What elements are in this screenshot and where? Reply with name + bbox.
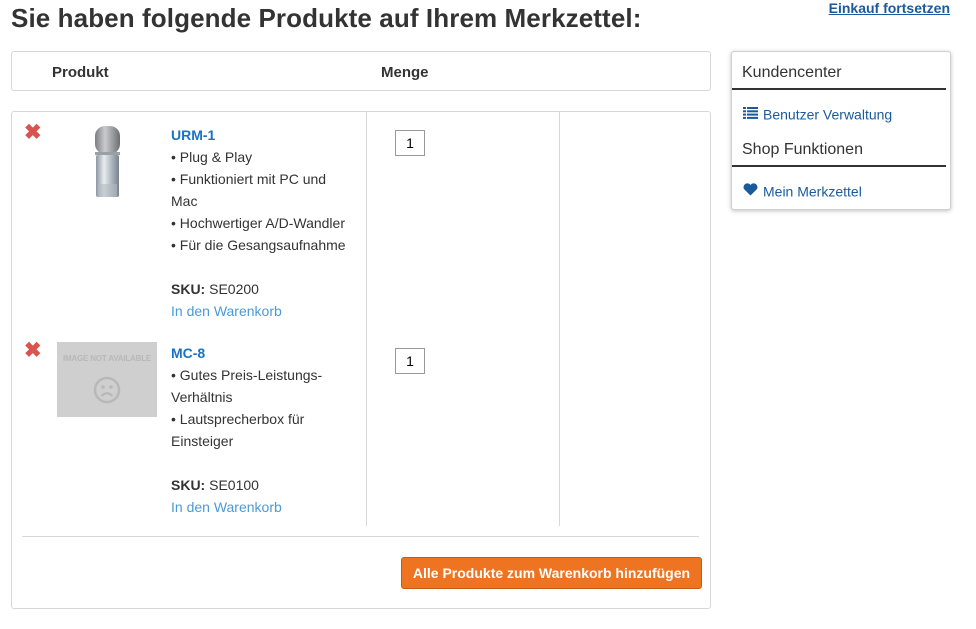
quantity-input[interactable] [395,348,425,374]
sidebar-item-user-admin[interactable]: Benutzer Verwaltung [743,105,892,122]
sidebar-heading-shop-functions: Shop Funktionen [732,129,946,167]
feature-item: • Für die Gesangsaufnahme [171,237,346,253]
sidebar-item-label: Mein Merkzettel [763,183,862,200]
sidebar-item-label: Benutzer Verwaltung [763,106,893,123]
feature-item: • Lautsprecherbox für Einsteiger [171,411,305,449]
sku-row: SKU: SE0100 [171,477,259,493]
product-info: URM-1 • Plug & Play • Funktioniert mit P… [171,124,356,322]
sidebar-heading-label: Kundencenter [742,64,842,81]
column-divider [559,112,560,526]
continue-shopping-link[interactable]: Einkauf fortsetzen [829,0,950,16]
column-divider [366,112,367,526]
feature-item: • Funktioniert mit PC und Mac [171,171,327,209]
remove-icon[interactable]: ✖ [24,340,42,361]
sidebar-item-wishlist[interactable]: Mein Merkzettel [743,182,862,199]
heart-icon [743,183,759,199]
list-icon [743,106,759,122]
product-name-link[interactable]: URM-1 [171,124,356,146]
sku-row: SKU: SE0200 [171,281,259,297]
sku-label: SKU: [171,281,206,297]
image-not-available-text: IMAGE NOT AVAILABLE [62,354,152,363]
remove-icon[interactable]: ✖ [24,122,42,143]
sku-value: SE0200 [209,281,259,297]
feature-item: • Hochwertiger A/D-Wandler [171,215,345,231]
sku-label: SKU: [171,477,206,493]
add-all-to-cart-button[interactable]: Alle Produkte zum Warenkorb hinzufügen [401,557,702,589]
add-to-cart-link[interactable]: In den Warenkorb [171,496,356,518]
sidebar-heading-customer-center: Kundencenter [732,52,946,90]
product-image-placeholder[interactable]: IMAGE NOT AVAILABLE [57,342,157,417]
product-image-microphone[interactable] [57,124,157,199]
table-header: Produkt Menge [11,51,711,91]
product-info: MC-8 • Gutes Preis-Leistungs-Verhältnis … [171,342,356,518]
feature-item: • Gutes Preis-Leistungs-Verhältnis [171,367,323,405]
sidebar-heading-label: Shop Funktionen [742,141,863,158]
customer-sidebar: Kundencenter Benutzer Verwaltung Shop Fu… [731,51,951,210]
quantity-input[interactable] [395,130,425,156]
sku-value: SE0100 [209,477,259,493]
microphone-icon [95,126,120,197]
page-title: Sie haben folgende Produkte auf Ihrem Me… [11,3,642,33]
product-name-link[interactable]: MC-8 [171,342,356,364]
feature-item: • Plug & Play [171,149,253,165]
sad-face-icon [93,376,121,404]
wishlist-items: ✖ URM-1 • Plug & Play • Funktioniert mit… [11,111,711,609]
column-header-product: Produkt [52,64,109,81]
column-header-quantity: Menge [381,64,429,81]
divider [22,536,699,537]
add-to-cart-link[interactable]: In den Warenkorb [171,300,356,322]
